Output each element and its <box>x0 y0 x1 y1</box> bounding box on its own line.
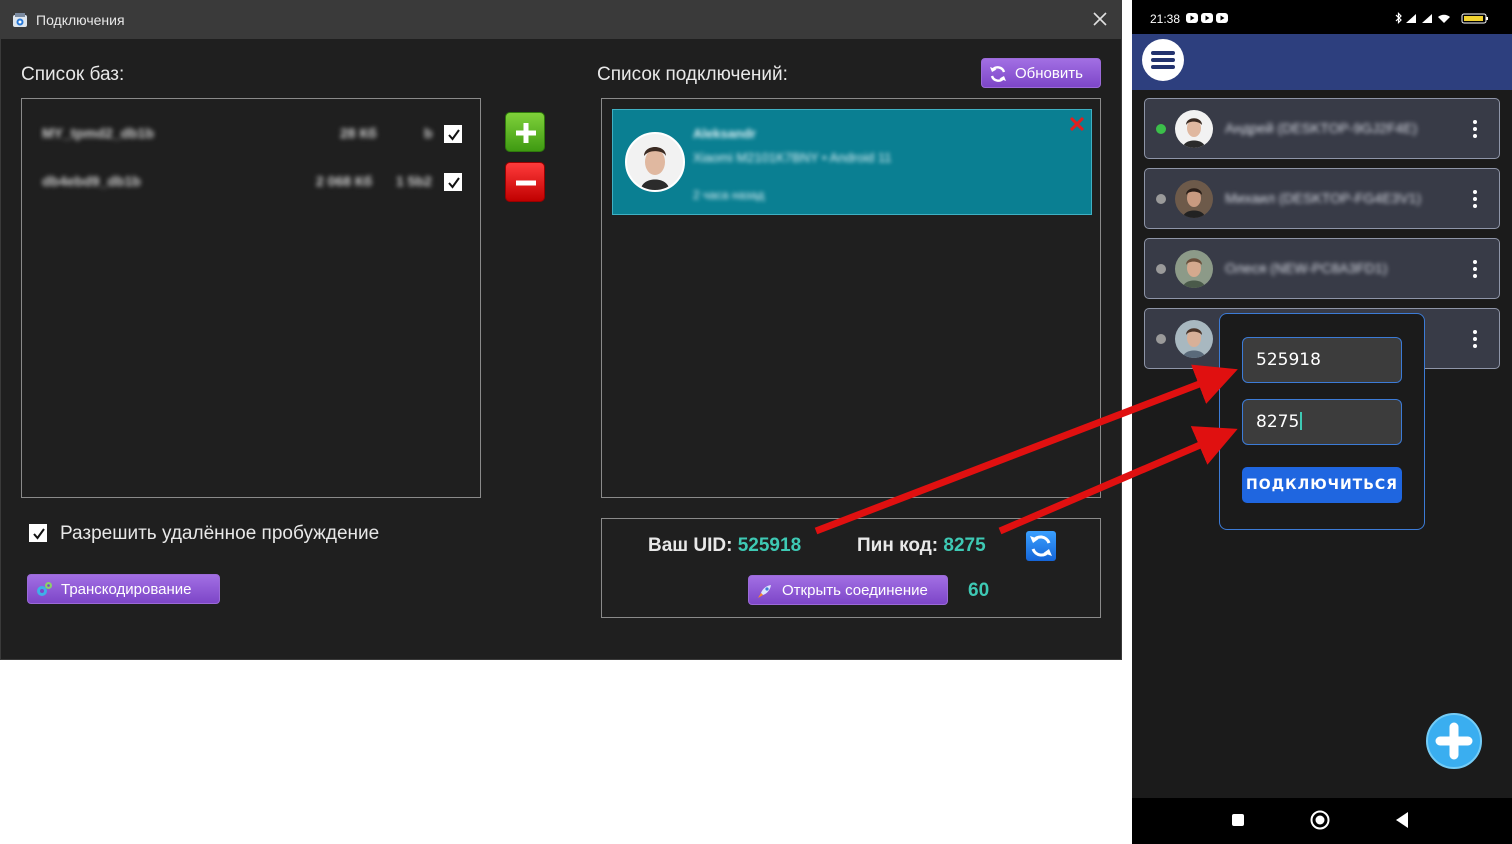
pin-input-value: 8275 <box>1256 412 1300 432</box>
checkmark-icon <box>448 177 460 189</box>
system-status-icons <box>1395 12 1488 24</box>
db-checkbox[interactable] <box>444 173 462 191</box>
more-options-icon[interactable] <box>1473 190 1477 208</box>
pin-field: Пин код: 8275 <box>857 535 986 557</box>
list-item[interactable]: Андрей (DESKTOP-9GJ2F4E) <box>1144 98 1500 159</box>
open-connection-button[interactable]: Открыть соединение <box>748 575 948 605</box>
db-checkbox[interactable] <box>444 125 462 143</box>
pin-value: 8275 <box>943 535 986 556</box>
db-size: 28 Кб <box>340 125 377 141</box>
device-name: Олеся (NEW-PC8A3FD1) <box>1225 260 1388 276</box>
device-name: Андрей (DESKTOP-9GJ2F4E) <box>1225 120 1418 136</box>
more-options-icon[interactable] <box>1473 260 1477 278</box>
avatar <box>1175 320 1213 358</box>
avatar <box>1175 250 1213 288</box>
text-cursor <box>1300 412 1303 430</box>
uid-field: Ваш UID: 525918 <box>648 535 801 557</box>
list-item[interactable]: Олеся (NEW-PC8A3FD1) <box>1144 238 1500 299</box>
connect-button[interactable]: ПОДКЛЮЧИТЬСЯ <box>1242 467 1402 503</box>
connection-card[interactable]: Aleksandr Xiaomi M2101K7BNY • Android 11… <box>612 109 1092 215</box>
window-title: Подключения <box>36 12 125 28</box>
offline-status-dot <box>1156 264 1166 274</box>
transcode-label: Транскодирование <box>61 581 192 598</box>
list-item[interactable]: Михаил (DESKTOP-FG4E3V1) <box>1144 168 1500 229</box>
recent-apps-icon[interactable] <box>1231 813 1245 827</box>
db-extra: b <box>424 125 433 141</box>
remove-connection-icon[interactable] <box>1069 116 1085 132</box>
add-device-button[interactable] <box>1426 713 1482 769</box>
connect-popup: 525918 8275 ПОДКЛЮЧИТЬСЯ <box>1219 313 1425 530</box>
offline-status-dot <box>1156 334 1166 344</box>
plus-icon <box>516 123 536 143</box>
uid-value: 525918 <box>737 535 802 556</box>
refresh-label: Обновить <box>1015 65 1083 82</box>
connections-list: Aleksandr Xiaomi M2101K7BNY • Android 11… <box>601 98 1101 498</box>
connection-name: Aleksandr <box>693 126 756 141</box>
open-connection-label: Открыть соединение <box>782 582 928 599</box>
uid-panel: Ваш UID: 525918 Пин код: 8275 Открыть со… <box>601 518 1101 618</box>
list-item[interactable]: db4ebd9_db1b 2 068 Кб 1 5b2 <box>42 171 462 193</box>
uid-input[interactable]: 525918 <box>1242 337 1402 383</box>
refresh-icon <box>1030 535 1052 557</box>
gears-icon <box>37 582 52 596</box>
connections-label: Список подключений: <box>597 64 788 85</box>
databases-label: Список баз: <box>21 64 125 85</box>
close-icon[interactable] <box>1091 10 1109 28</box>
avatar <box>1175 110 1213 148</box>
wake-checkbox[interactable] <box>29 524 47 542</box>
app-bar <box>1132 34 1512 90</box>
pin-input[interactable]: 8275 <box>1242 399 1402 445</box>
add-database-button[interactable] <box>505 112 545 152</box>
rocket-icon <box>758 585 771 598</box>
plus-icon <box>1435 722 1473 760</box>
home-icon[interactable] <box>1310 810 1330 830</box>
refresh-button[interactable]: Обновить <box>981 58 1101 88</box>
back-icon[interactable] <box>1394 811 1410 829</box>
title-bar: Подключения <box>1 1 1121 39</box>
refresh-icon <box>990 66 1006 82</box>
more-options-icon[interactable] <box>1473 330 1477 348</box>
app-icon <box>13 13 27 27</box>
databases-list: MY_tpmd2_db1b 28 Кб b db4ebd9_db1b 2 068… <box>21 98 481 498</box>
transcode-button[interactable]: Транскодирование <box>27 574 220 604</box>
status-time: 21:38 <box>1150 12 1181 26</box>
db-name: MY_tpmd2_db1b <box>42 125 155 141</box>
db-name: db4ebd9_db1b <box>42 173 141 189</box>
online-status-dot <box>1156 124 1166 134</box>
offline-status-dot <box>1156 194 1166 204</box>
db-extra: 1 5b2 <box>396 173 432 189</box>
checkmark-icon <box>448 129 460 141</box>
menu-button[interactable] <box>1142 39 1184 81</box>
remove-database-button[interactable] <box>505 162 545 202</box>
uid-input-value: 525918 <box>1256 350 1321 370</box>
timer-value: 60 <box>968 580 990 601</box>
avatar <box>625 132 685 192</box>
pin-label: Пин код: <box>857 535 939 556</box>
more-options-icon[interactable] <box>1473 120 1477 138</box>
navigation-bar <box>1132 798 1512 844</box>
notification-icons <box>1186 13 1228 23</box>
list-item[interactable]: MY_tpmd2_db1b 28 Кб b <box>42 123 462 145</box>
connection-time: 2 часа назад <box>693 188 765 202</box>
avatar <box>1175 180 1213 218</box>
regenerate-pin-button[interactable] <box>1026 531 1056 561</box>
uid-label: Ваш UID: <box>648 535 733 556</box>
checkmark-icon <box>33 528 45 540</box>
status-bar: 21:38 <box>1132 0 1512 34</box>
connection-device: Xiaomi M2101K7BNY • Android 11 <box>693 150 892 165</box>
db-size: 2 068 Кб <box>316 173 373 189</box>
connections-window: Подключения Список баз: MY_tpmd2_db1b 28… <box>0 0 1122 660</box>
device-name: Михаил (DESKTOP-FG4E3V1) <box>1225 190 1422 206</box>
minus-icon <box>516 180 536 186</box>
wake-label: Разрешить удалённое пробуждение <box>60 523 380 544</box>
